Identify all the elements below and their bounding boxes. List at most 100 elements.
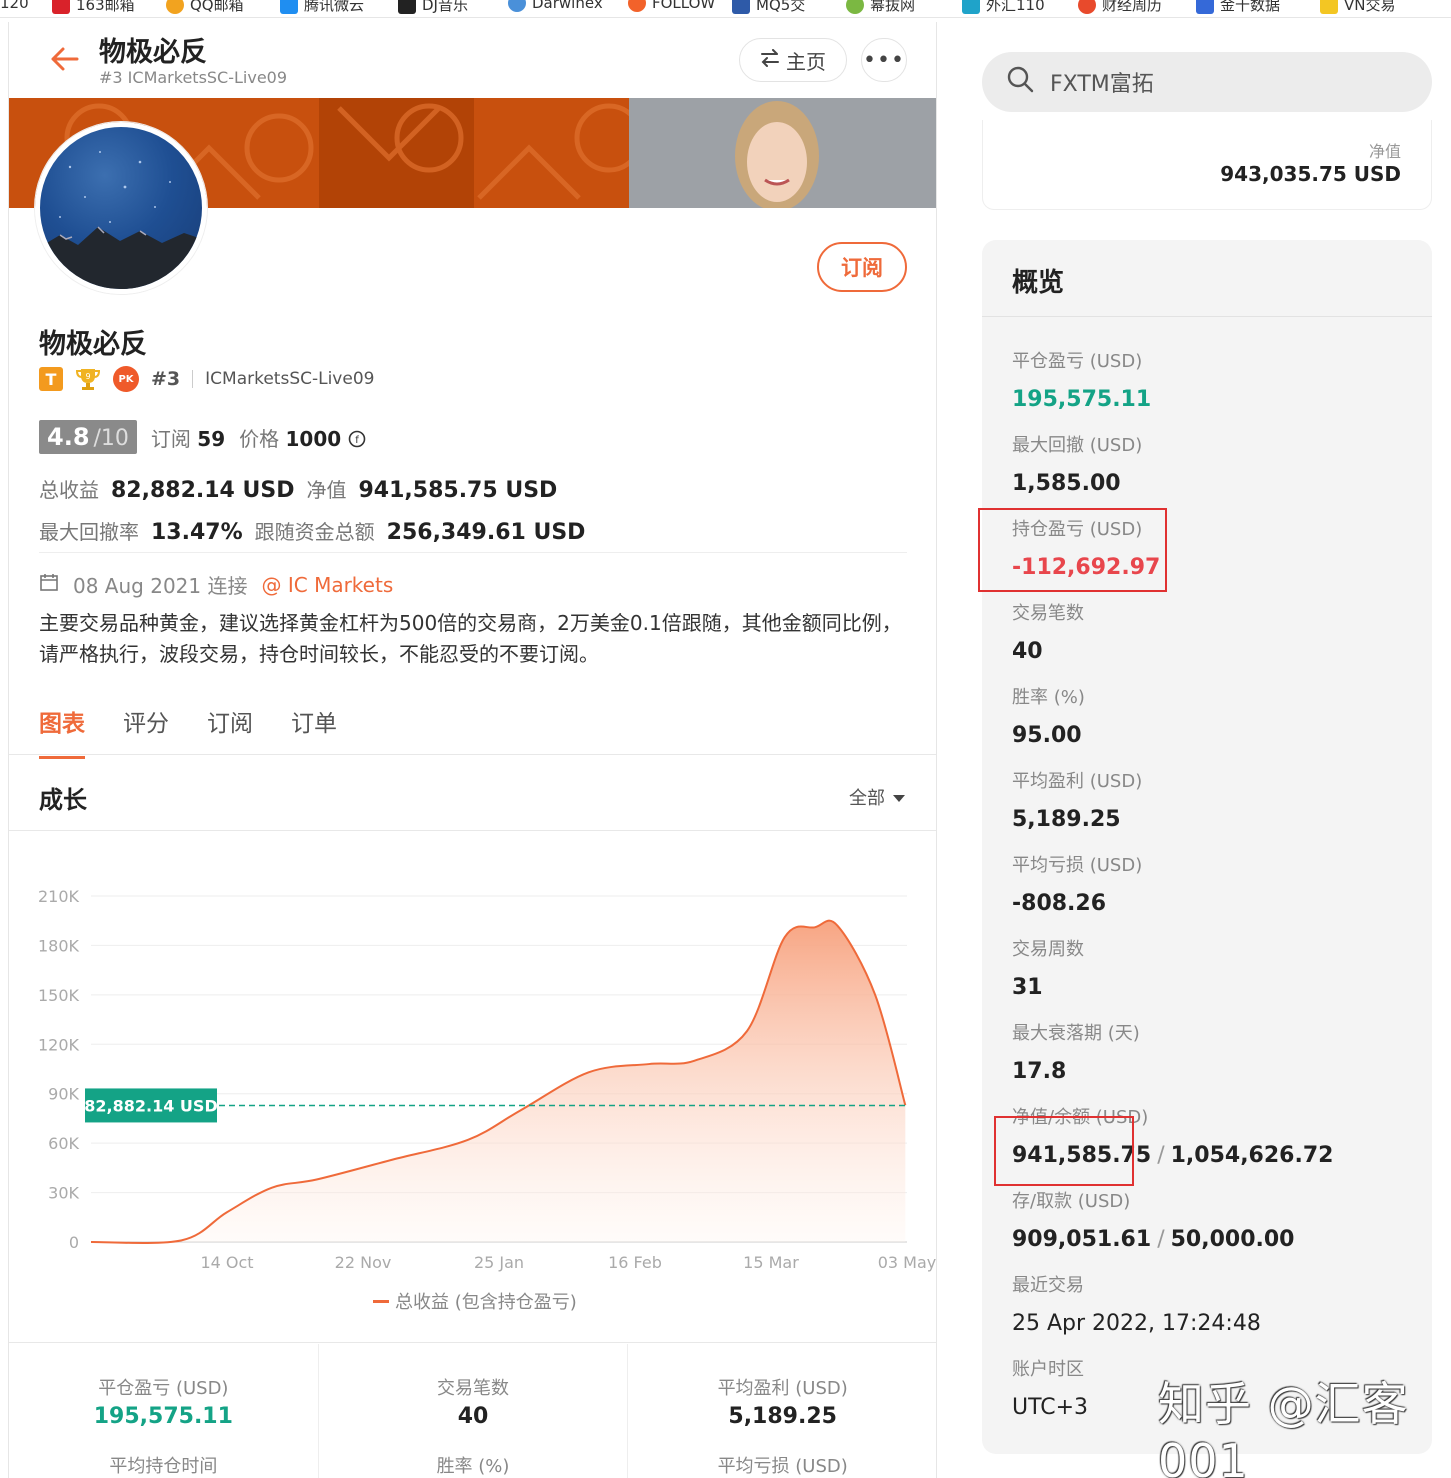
score-badge: 4.8 /10: [39, 420, 137, 454]
growth-title: 成长: [39, 786, 87, 814]
x-tick-label: 14 Oct: [200, 1253, 253, 1272]
ov-deposit-withdraw: 存/取款 (USD) 909,051.61/50,000.00: [1012, 1191, 1295, 1252]
avatar: [35, 122, 207, 294]
broker-link[interactable]: @ IC Markets: [261, 573, 393, 597]
ov-timezone: 账户时区 UTC+3: [1012, 1359, 1089, 1420]
tab-chart[interactable]: 图表: [39, 704, 85, 759]
bookmark-item[interactable]: 120: [0, 0, 29, 12]
rating-row: 4.8 /10 订阅 59 价格 1000 f: [39, 420, 366, 454]
svg-text:9: 9: [85, 372, 90, 381]
equity-value: 941,585.75 USD: [358, 478, 558, 503]
growth-chart: 0 30K 60K 90K 120K 150K 180K 210K 14 Oct 22 Nov 25…: [38, 887, 937, 1272]
bookmark-item[interactable]: 腾讯微云: [280, 0, 364, 15]
bookmark-item[interactable]: 幂拔网: [846, 0, 915, 15]
x-tick-label: 15 Mar: [743, 1253, 799, 1272]
ov-avg-loss: 平均亏损 (USD) -808.26: [1012, 855, 1143, 916]
y-tick-label: 60K: [48, 1134, 79, 1153]
highlight-box: [978, 508, 1167, 592]
y-tick-label: 210K: [38, 887, 80, 906]
bookmark-item[interactable]: 财经周历: [1078, 0, 1162, 15]
bookmark-item[interactable]: 金十数据: [1196, 0, 1280, 15]
more-button[interactable]: •••: [861, 38, 907, 82]
connect-date: 08 Aug 2021 连接: [73, 574, 248, 598]
svg-text:f: f: [355, 435, 359, 446]
bookmark-item[interactable]: QQ邮箱: [166, 0, 244, 15]
bookmark-icon: [166, 0, 184, 14]
x-tick-label: 22 Nov: [335, 1253, 392, 1272]
bookmark-icon: [398, 0, 416, 14]
profile-badges: T 9 PK #3 ICMarketsSC-Live09: [39, 366, 374, 392]
profit-row: 总收益 82,882.14 USD 净值 941,585.75 USD: [39, 478, 558, 503]
price-label: 价格 1000 f: [239, 423, 365, 452]
stat-closed-pl: 平仓盈亏 (USD) 195,575.11 平均持仓时间: [93, 1378, 233, 1477]
search-icon: [1006, 65, 1034, 99]
home-button[interactable]: 主页: [739, 38, 847, 82]
legend-swatch: [373, 1299, 389, 1303]
broker-server: ICMarketsSC-Live09: [205, 369, 375, 389]
growth-area: [91, 920, 906, 1243]
bookmark-item[interactable]: FOLLOW: [628, 0, 715, 12]
top-bar: 物极必反 #3 ICMarketsSC-Live09 主页 •••: [9, 22, 936, 98]
ov-closed-pl: 平仓盈亏 (USD) 195,575.11: [1012, 351, 1152, 412]
ov-trades: 交易笔数 40: [1012, 603, 1084, 664]
y-tick-label: 120K: [38, 1035, 80, 1054]
search-input[interactable]: FXTM富拓: [982, 52, 1432, 112]
tab-rating[interactable]: 评分: [123, 704, 169, 759]
bookmark-icon: [508, 0, 526, 12]
x-tick-label: 16 Feb: [608, 1253, 662, 1272]
bookmark-icon: [1320, 0, 1338, 14]
overview-panel: 概览 平仓盈亏 (USD) 195,575.11 最大回撤 (USD) 1,58…: [978, 240, 1432, 1454]
bookmark-item[interactable]: VN交易: [1320, 0, 1395, 15]
bookmark-icon: [280, 0, 298, 14]
bookmark-icon: [52, 0, 70, 14]
current-value-label: 82,882.14 USD: [84, 1096, 217, 1115]
back-arrow-icon[interactable]: [47, 42, 81, 76]
bookmark-item[interactable]: MQ5交: [732, 0, 805, 15]
strategy-description: 主要交易品种黄金，建议选择黄金杠杆为500倍的交易商，2万美金0.1倍跟随，其他…: [39, 611, 902, 666]
divider: [982, 316, 1432, 317]
ov-max-drawdown: 最大回撤 (USD) 1,585.00: [1012, 435, 1143, 496]
rank: #3: [151, 368, 181, 390]
subs-label: 订阅 59: [150, 426, 226, 451]
bookmark-icon: [846, 0, 864, 14]
drawdown-row: 最大回撤率 13.47% 跟随资金总额 256,349.61 USD: [39, 520, 586, 545]
y-tick-label: 150K: [38, 986, 80, 1005]
bookmark-item[interactable]: 外汇110: [962, 0, 1045, 15]
divider: [9, 830, 936, 831]
banner-photo: [629, 98, 936, 208]
ov-weeks: 交易周数 31: [1012, 939, 1084, 1000]
t-badge-icon: T: [39, 367, 63, 391]
bookmarks-bar: 120 163邮箱 QQ邮箱 腾讯微云 DJ音乐 Darwinex FOLLOW…: [0, 0, 1451, 18]
ov-win-rate: 胜率 (%) 95.00: [1012, 687, 1085, 748]
divider: [39, 552, 907, 553]
bookmark-item[interactable]: 163邮箱: [52, 0, 135, 15]
total-profit-value: 82,882.14 USD: [111, 478, 295, 503]
bookmark-icon: [1078, 0, 1096, 14]
tab-subscription[interactable]: 订阅: [207, 704, 253, 759]
divider: [192, 370, 194, 388]
bookmark-icon: [732, 0, 750, 14]
ov-max-decline-days: 最大衰落期 (天) 17.8: [1012, 1023, 1140, 1084]
stat-avg-profit: 平均盈利 (USD) 5,189.25 平均亏损 (USD): [627, 1344, 936, 1478]
y-tick-label: 30K: [48, 1184, 79, 1203]
subscribe-button[interactable]: 订阅: [817, 242, 907, 292]
more-icon: •••: [863, 47, 905, 73]
pk-badge-icon: PK: [113, 366, 139, 392]
tab-orders[interactable]: 订单: [291, 704, 337, 759]
divider: [9, 754, 936, 755]
overview-title: 概览: [1012, 268, 1065, 298]
chart-legend[interactable]: 总收益 (包含持仓盈亏): [373, 1288, 577, 1314]
signal-profile-panel: 物极必反 #3 ICMarketsSC-Live09 主页 ••• 订阅 物极必…: [8, 22, 937, 1478]
bookmark-item[interactable]: DJ音乐: [398, 0, 468, 15]
ov-last-trade: 最近交易 25 Apr 2022, 17:24:48: [1012, 1275, 1261, 1336]
bookmark-icon: [628, 0, 646, 12]
y-tick-label: 180K: [38, 936, 80, 955]
x-tick-label: 03 May: [878, 1253, 937, 1272]
period-dropdown[interactable]: 全部: [849, 784, 905, 810]
caret-down-icon: [893, 787, 905, 808]
page-title: 物极必反: [99, 37, 207, 68]
bookmark-item[interactable]: Darwinex: [508, 0, 603, 12]
watermark: 知乎 @汇客001: [1158, 1377, 1409, 1478]
swap-icon: [760, 48, 780, 72]
connect-row: 08 Aug 2021 连接 @ IC Markets: [39, 570, 393, 599]
